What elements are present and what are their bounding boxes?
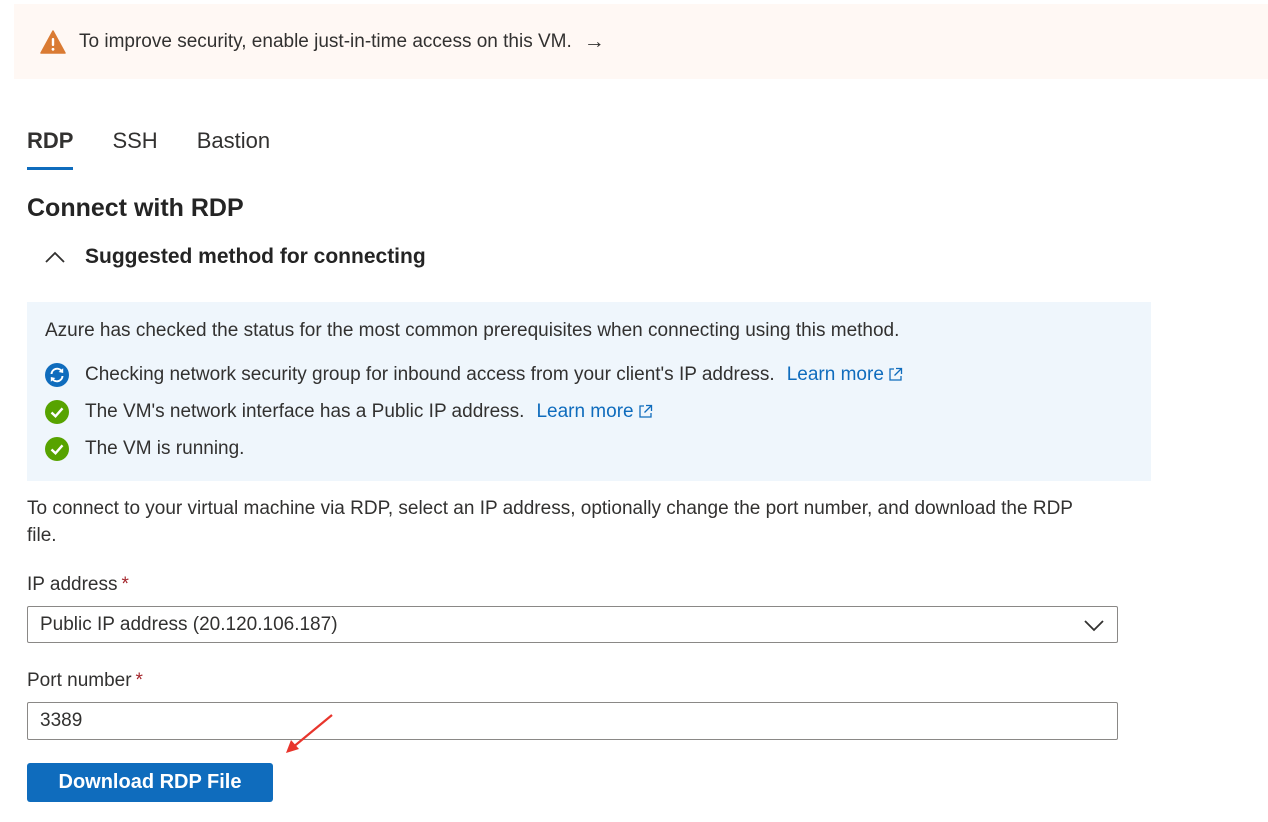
tab-rdp[interactable]: RDP [27,128,74,170]
link-label: Learn more [536,400,634,422]
annotation-arrow-icon [286,714,333,753]
prerequisites-panel: Azure has checked the status for the mos… [27,302,1151,481]
warning-triangle-icon [40,29,66,54]
check-text: The VM's network interface has a Public … [85,400,525,422]
rdp-instructions: To connect to your virtual machine via R… [27,498,1073,546]
required-indicator: * [135,670,143,691]
tab-bastion[interactable]: Bastion [197,128,270,170]
jit-warning-banner[interactable]: To improve security, enable just-in-time… [14,4,1268,79]
arrow-right-icon[interactable]: → [584,30,605,54]
checkmark-circle-icon [45,399,69,424]
prerequisites-intro: Azure has checked the status for the mos… [45,320,900,341]
page-title: Connect with RDP [27,194,244,222]
download-rdp-file-button[interactable]: Download RDP File [27,763,273,802]
check-text: The VM is running. [85,437,245,459]
tab-ssh[interactable]: SSH [112,128,157,170]
refresh-icon [45,362,69,387]
learn-more-link[interactable]: Learn more [787,364,903,386]
check-text: Checking network security group for inbo… [85,363,775,385]
chevron-up-icon [45,251,65,263]
learn-more-link[interactable]: Learn more [536,401,652,423]
ip-address-selected: Public IP address (20.120.106.187) [40,613,338,635]
connection-tabs: RDP SSH Bastion [27,128,309,170]
checkmark-circle-icon [45,436,69,461]
open-in-new-icon [889,367,903,381]
section-title: Suggested method for connecting [85,245,426,268]
required-indicator: * [121,574,129,595]
check-item-nsg: Checking network security group for inbo… [45,356,1151,393]
check-item-public-ip: The VM's network interface has a Public … [45,393,1151,430]
port-number-input[interactable] [27,702,1118,740]
port-number-label-text: Port number [27,670,132,691]
link-label: Learn more [786,363,884,385]
ip-address-label-text: IP address [27,574,118,595]
open-in-new-icon [638,404,652,418]
port-number-label: Port number * [27,670,143,692]
banner-message: To improve security, enable just-in-time… [79,30,572,52]
chevron-down-icon [1084,619,1104,631]
check-item-vm-running: The VM is running. [45,430,1151,467]
ip-address-dropdown[interactable]: Public IP address (20.120.106.187) [27,606,1118,643]
ip-address-label: IP address * [27,574,129,596]
suggested-method-toggle[interactable]: Suggested method for connecting [44,245,426,269]
